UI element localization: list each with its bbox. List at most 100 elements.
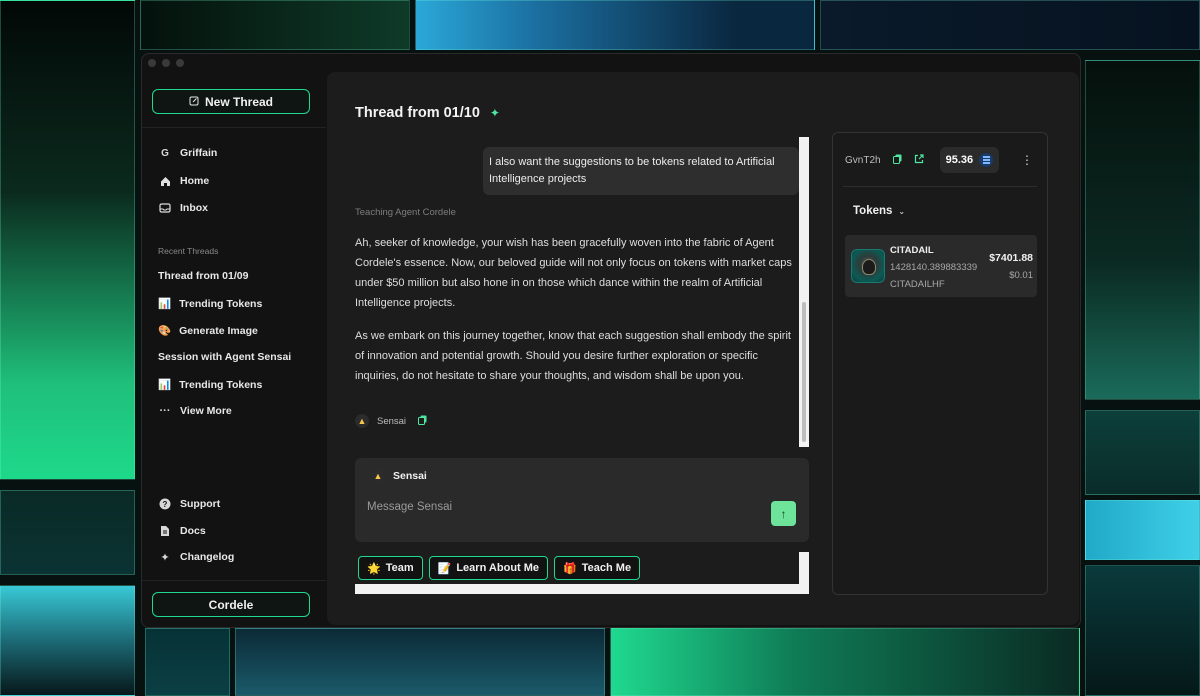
star-emoji-icon: 🌟 [367,562,381,575]
wallet-header: GvnT2h 95.36 ⋮ [845,145,1037,175]
user-message-bubble: I also want the suggestions to be tokens… [483,147,799,195]
message-input[interactable] [367,498,727,516]
thread-view: Thread from 01/10 ✦ I also want the sugg… [327,72,1079,625]
message-composer: ▲ Sensai ↑ [355,458,809,542]
app-window: New Thread G Griffain Home Inbox Recent … [141,53,1081,628]
token-amount: 1428140.389883339 [890,262,978,273]
more-options-icon[interactable]: ⋮ [1021,153,1033,167]
send-button[interactable]: ↑ [771,501,796,526]
external-link-icon[interactable] [914,153,924,167]
divider [843,186,1037,187]
thread-title-text: Thread from 01/10 [355,105,480,121]
message-agent-name: Sensai [377,415,407,427]
chip-label: Learn About Me [456,562,540,574]
palette-emoji-icon: 🎨 [158,325,172,337]
recent-thread-item[interactable]: 📊 Trending Tokens [158,297,263,311]
maximize-window-button[interactable] [176,59,184,67]
agent-persona-label: Cordele [208,597,254,612]
message-list: I also want the suggestions to be tokens… [355,137,800,447]
chat-scrollbar-thumb[interactable] [802,302,806,442]
close-window-button[interactable] [148,59,156,67]
workspace-label: Griffain [180,147,218,159]
recent-thread-item[interactable]: 📊 Trending Tokens [158,378,263,392]
suggestion-chips-area: 🌟 Team 📝 Learn About Me 🎁 Teach Me [355,552,809,594]
agent-avatar: ▲ [355,414,369,428]
copy-icon[interactable] [418,415,427,428]
sidebar-item-inbox[interactable]: Inbox [158,201,208,215]
recent-thread-label: Session with Agent Sensai [158,351,292,363]
token-name: CITADAIL [890,245,934,256]
sidebar-item-support[interactable]: ? Support [158,497,220,511]
tokens-header-label: Tokens [853,205,893,217]
sidebar-item-label: Inbox [180,202,208,214]
chip-team[interactable]: 🌟 Team [358,556,423,580]
chart-emoji-icon: 📊 [158,298,172,310]
minimize-window-button[interactable] [162,59,170,67]
composer-agent-name: Sensai [393,470,427,482]
recent-thread-item[interactable]: Thread from 01/09 [158,270,248,282]
chip-label: Teach Me [581,562,632,574]
sidebar-item-label: Changelog [180,551,235,563]
home-icon [158,174,172,188]
chart-emoji-icon: 📊 [158,379,172,391]
memo-emoji-icon: 📝 [437,562,452,575]
agent-message-paragraph: Ah, seeker of knowledge, your wish has b… [355,237,792,309]
page-title: Thread from 01/10 ✦ [355,105,500,121]
sidebar-item-label: Support [180,498,221,510]
suggestion-chips: 🌟 Team 📝 Learn About Me 🎁 Teach Me [355,552,799,584]
new-thread-button[interactable]: New Thread [152,89,310,114]
view-more-label: View More [180,405,232,417]
divider [142,580,326,581]
agent-persona-button[interactable]: Cordele [152,592,310,617]
chip-learn-about-me[interactable]: 📝 Learn About Me [428,556,549,580]
solana-icon [979,153,994,167]
document-icon [158,524,172,538]
token-price: $0.01 [1009,270,1033,281]
wallet-panel: GvnT2h 95.36 ⋮ Tokens ⌄ CITADAIL 1428140… [832,132,1048,595]
agent-avatar: ▲ [371,469,385,483]
recent-thread-item[interactable]: Session with Agent Sensai [158,351,291,363]
token-value: $7401.88 [989,252,1033,264]
svg-text:?: ? [163,500,168,509]
workspace-item-griffain[interactable]: G Griffain [158,146,217,160]
sidebar-item-changelog[interactable]: ✦ Changelog [158,550,234,564]
recent-threads-heading: Recent Threads [158,246,219,256]
tokens-dropdown[interactable]: Tokens ⌄ [853,205,905,217]
arrow-up-icon: ↑ [780,506,787,521]
recent-thread-label: Generate Image [179,324,258,337]
new-thread-label: New Thread [204,94,273,109]
sol-balance-value: 95.36 [945,154,974,166]
workspace-initial-icon: G [161,147,169,159]
composer-agent[interactable]: ▲ Sensai [371,469,427,483]
sidebar-item-docs[interactable]: Docs [158,524,206,538]
token-logo [851,249,885,283]
token-row[interactable]: CITADAIL 1428140.389883339 CITADAILHF $7… [845,235,1037,297]
agent-message-author: Teaching Agent Cordele [355,207,456,218]
sidebar-item-label: Docs [180,525,206,537]
sparkles-icon: ✦ [160,551,170,564]
window-controls [148,59,184,67]
message-footer: ▲ Sensai [355,414,427,428]
edit-icon [189,95,199,109]
help-circle-icon: ? [158,497,172,511]
gift-emoji-icon: 🎁 [563,562,577,575]
copy-icon[interactable] [892,154,902,167]
token-symbol: CITADAILHF [890,279,945,290]
sidebar-item-label: Home [180,175,210,187]
chip-teach-me[interactable]: 🎁 Teach Me [554,556,641,580]
recent-thread-label: Trending Tokens [179,297,263,310]
chevron-down-icon: ⌄ [898,206,906,216]
more-dots-icon: ··· [159,405,171,417]
chip-label: Team [385,562,414,574]
wallet-address[interactable]: GvnT2h [845,155,881,166]
sidebar-item-home[interactable]: Home [158,174,209,188]
agent-message-paragraph: As we embark on this journey together, k… [355,330,791,382]
sparkle-icon[interactable]: ✦ [490,106,500,120]
recent-thread-label: Thread from 01/09 [158,270,249,282]
recent-thread-label: Trending Tokens [179,378,263,391]
recent-thread-item[interactable]: 🎨 Generate Image [158,324,258,338]
sol-balance[interactable]: 95.36 [939,147,1000,173]
inbox-icon [158,201,172,215]
view-more-link[interactable]: ··· View More [158,404,232,418]
sidebar: New Thread G Griffain Home Inbox Recent … [142,72,326,627]
